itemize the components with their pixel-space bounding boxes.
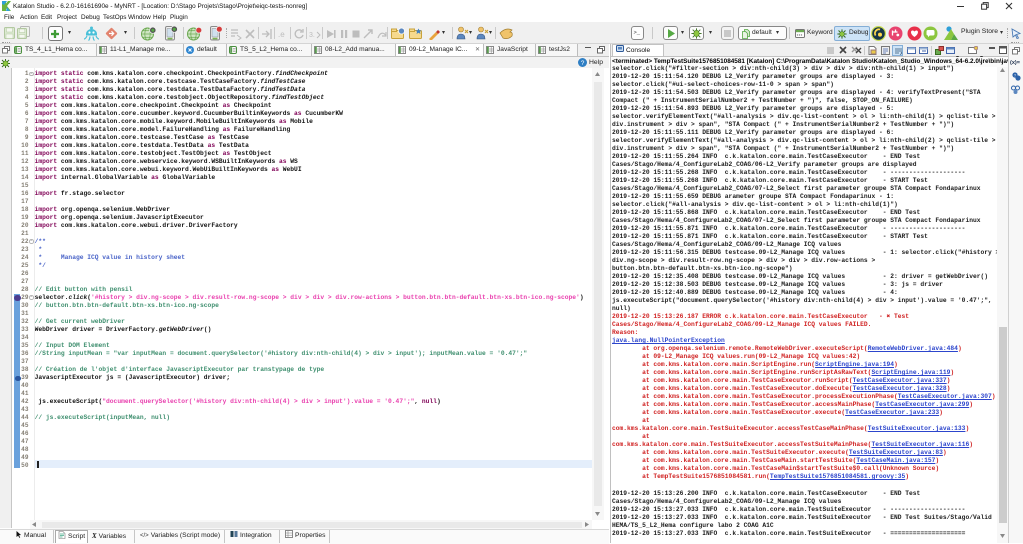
svg-text:.e: .e — [278, 30, 285, 39]
svg-text:3.: 3. — [309, 32, 315, 39]
svg-text:?: ? — [581, 60, 585, 67]
